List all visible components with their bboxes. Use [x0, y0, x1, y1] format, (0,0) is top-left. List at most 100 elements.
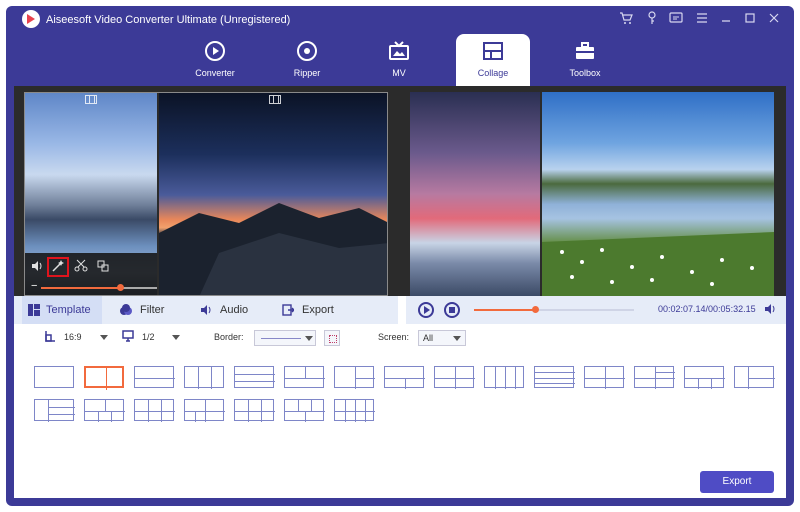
timeline-knob[interactable] — [531, 306, 539, 313]
close-icon[interactable] — [766, 11, 782, 27]
export-icon — [282, 304, 294, 316]
template-thumb-20[interactable] — [234, 399, 275, 422]
template-thumb-10[interactable] — [484, 366, 524, 389]
play-button[interactable] — [418, 302, 434, 318]
tab-export[interactable]: Export — [276, 296, 356, 324]
collage-cell-2[interactable] — [159, 93, 387, 295]
template-divider — [135, 378, 175, 379]
template-divider — [311, 400, 312, 411]
slider-knob[interactable] — [117, 284, 125, 291]
volume-icon[interactable] — [764, 303, 776, 318]
tab-filter[interactable]: Filter — [114, 296, 184, 324]
template-thumb-22[interactable] — [334, 399, 375, 422]
crop-icon[interactable] — [95, 259, 111, 275]
tab-label: Audio — [220, 304, 249, 316]
template-divider — [335, 411, 375, 412]
ripper-icon — [297, 41, 317, 61]
template-thumb-13[interactable] — [634, 366, 675, 389]
timeline-progress — [474, 309, 535, 311]
collage-workspace: − + — [14, 86, 786, 498]
scissors-icon[interactable] — [73, 259, 89, 275]
chevron-down-icon — [453, 336, 461, 341]
template-divider — [585, 378, 625, 379]
window-title: Aiseesoft Video Converter Ultimate (Unre… — [46, 14, 291, 26]
tab-label: Collage — [477, 68, 509, 78]
border-label: Border: — [214, 332, 244, 342]
template-thumb-14[interactable] — [684, 366, 725, 389]
template-thumb-7[interactable] — [334, 366, 375, 389]
template-divider — [48, 407, 75, 408]
key-icon[interactable] — [644, 11, 660, 27]
chevron-down-icon[interactable] — [172, 335, 180, 340]
feedback-icon[interactable] — [668, 11, 684, 27]
tab-collage[interactable]: Collage — [456, 34, 530, 86]
template-thumb-8[interactable] — [384, 366, 425, 389]
screen-label: Screen: — [378, 332, 410, 342]
template-divider — [355, 378, 375, 379]
screen-split-value[interactable]: 1/2 — [142, 332, 155, 342]
template-divider — [685, 378, 725, 379]
template-thumb-17[interactable] — [84, 399, 125, 422]
border-style-select[interactable] — [254, 330, 316, 346]
volume-icon[interactable] — [29, 259, 45, 275]
template-divider — [106, 368, 107, 390]
template-thumb-18[interactable] — [134, 399, 175, 422]
template-thumb-9[interactable] — [434, 366, 475, 389]
tab-mv[interactable]: MV — [362, 34, 436, 86]
template-divider — [161, 400, 162, 422]
template-divider — [235, 411, 275, 412]
template-thumb-11[interactable] — [534, 366, 575, 388]
tab-audio[interactable]: Audio — [194, 296, 264, 324]
tab-converter[interactable]: Converter — [178, 34, 252, 86]
template-thumb-19[interactable] — [184, 399, 225, 422]
aspect-ratio-value[interactable]: 16:9 — [64, 332, 82, 342]
template-thumb-3[interactable] — [134, 366, 175, 388]
tab-label: Filter — [140, 304, 165, 316]
export-button[interactable]: Export — [700, 471, 774, 493]
border-color-button[interactable] — [324, 330, 340, 346]
tab-label: Ripper — [293, 68, 321, 78]
monitor-icon — [122, 330, 134, 342]
title-bar: Aiseesoft Video Converter Ultimate (Unre… — [6, 6, 794, 34]
template-divider — [195, 411, 196, 422]
cart-icon[interactable] — [618, 11, 634, 27]
template-divider — [185, 411, 225, 412]
template-divider — [655, 372, 675, 373]
template-divider — [48, 400, 49, 422]
template-thumb-6[interactable] — [284, 366, 325, 388]
tab-toolbox[interactable]: Toolbox — [548, 34, 622, 86]
tab-label: Toolbox — [569, 68, 601, 78]
template-icon — [28, 304, 40, 316]
template-thumb-21[interactable] — [284, 399, 325, 422]
template-divider — [198, 367, 199, 389]
template-thumb-4[interactable] — [184, 366, 224, 389]
template-divider — [655, 367, 656, 389]
template-divider — [455, 378, 456, 389]
magic-wand-icon[interactable] — [47, 257, 69, 277]
maximize-icon[interactable] — [742, 11, 758, 27]
template-divider — [235, 381, 275, 382]
template-thumb-16[interactable] — [34, 399, 75, 422]
tab-template[interactable]: Template — [22, 296, 102, 324]
minimize-icon[interactable] — [718, 11, 734, 27]
tab-ripper[interactable]: Ripper — [270, 34, 344, 86]
slider-fill — [41, 287, 121, 289]
output-preview — [410, 92, 774, 296]
template-divider — [305, 367, 306, 378]
stop-button[interactable] — [444, 302, 460, 318]
collage-cell-1[interactable]: − + — [25, 93, 157, 295]
clip-volume-slider[interactable]: − + — [31, 280, 157, 293]
template-thumb-12[interactable] — [584, 366, 625, 389]
clip-edit-bar: − + — [25, 253, 157, 295]
template-thumb-1[interactable] — [34, 366, 74, 388]
tab-label: Export — [302, 304, 334, 316]
bottom-tab-bar: Template Filter Audio Export — [14, 296, 398, 324]
template-thumb-5[interactable] — [234, 366, 275, 388]
chevron-down-icon[interactable] — [100, 335, 108, 340]
template-thumb-15[interactable] — [734, 366, 775, 389]
menu-icon[interactable] — [694, 11, 710, 27]
template-thumb-2[interactable] — [84, 366, 124, 390]
screen-select[interactable]: All — [418, 330, 466, 346]
tab-label: Template — [46, 304, 91, 316]
template-divider — [211, 367, 212, 389]
